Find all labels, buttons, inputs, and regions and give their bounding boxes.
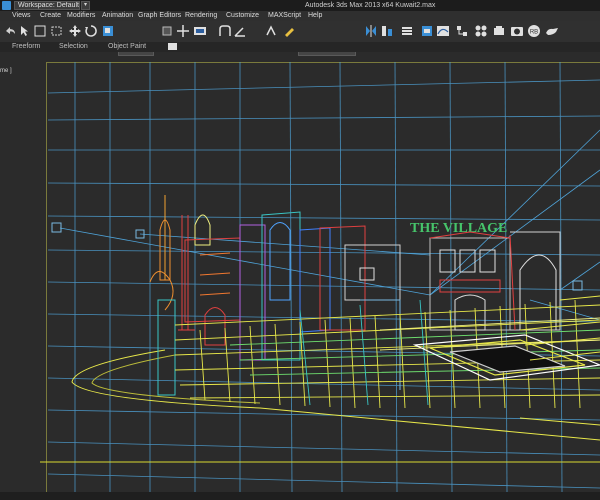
construction-grid [47, 61, 600, 493]
viewport-scene: THE VILLAGE [40, 61, 600, 493]
camera-marker[interactable] [572, 280, 583, 291]
central-plaza [412, 334, 600, 381]
building-block-left [184, 211, 401, 390]
camera-marker[interactable] [51, 222, 62, 233]
status-bar [0, 492, 600, 500]
